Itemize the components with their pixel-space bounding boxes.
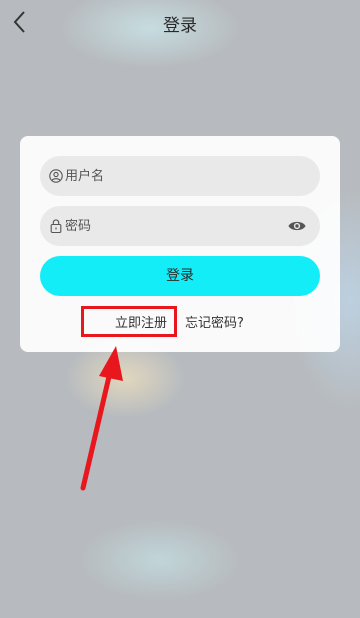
login-card: 登录 立即注册 忘记密码?: [20, 136, 340, 352]
user-icon: [49, 169, 63, 183]
login-button[interactable]: 登录: [40, 256, 320, 296]
page-title: 登录: [163, 16, 197, 36]
password-field: [40, 206, 320, 246]
username-input[interactable]: [65, 156, 285, 196]
lock-icon: [50, 219, 62, 234]
register-link[interactable]: 立即注册: [115, 312, 167, 331]
link-divider: [176, 318, 177, 329]
top-bar: 登录: [0, 0, 360, 44]
eye-icon[interactable]: [288, 219, 306, 233]
password-input[interactable]: [65, 206, 285, 246]
username-field: [40, 156, 320, 196]
forgot-password-link[interactable]: 忘记密码?: [185, 312, 244, 331]
